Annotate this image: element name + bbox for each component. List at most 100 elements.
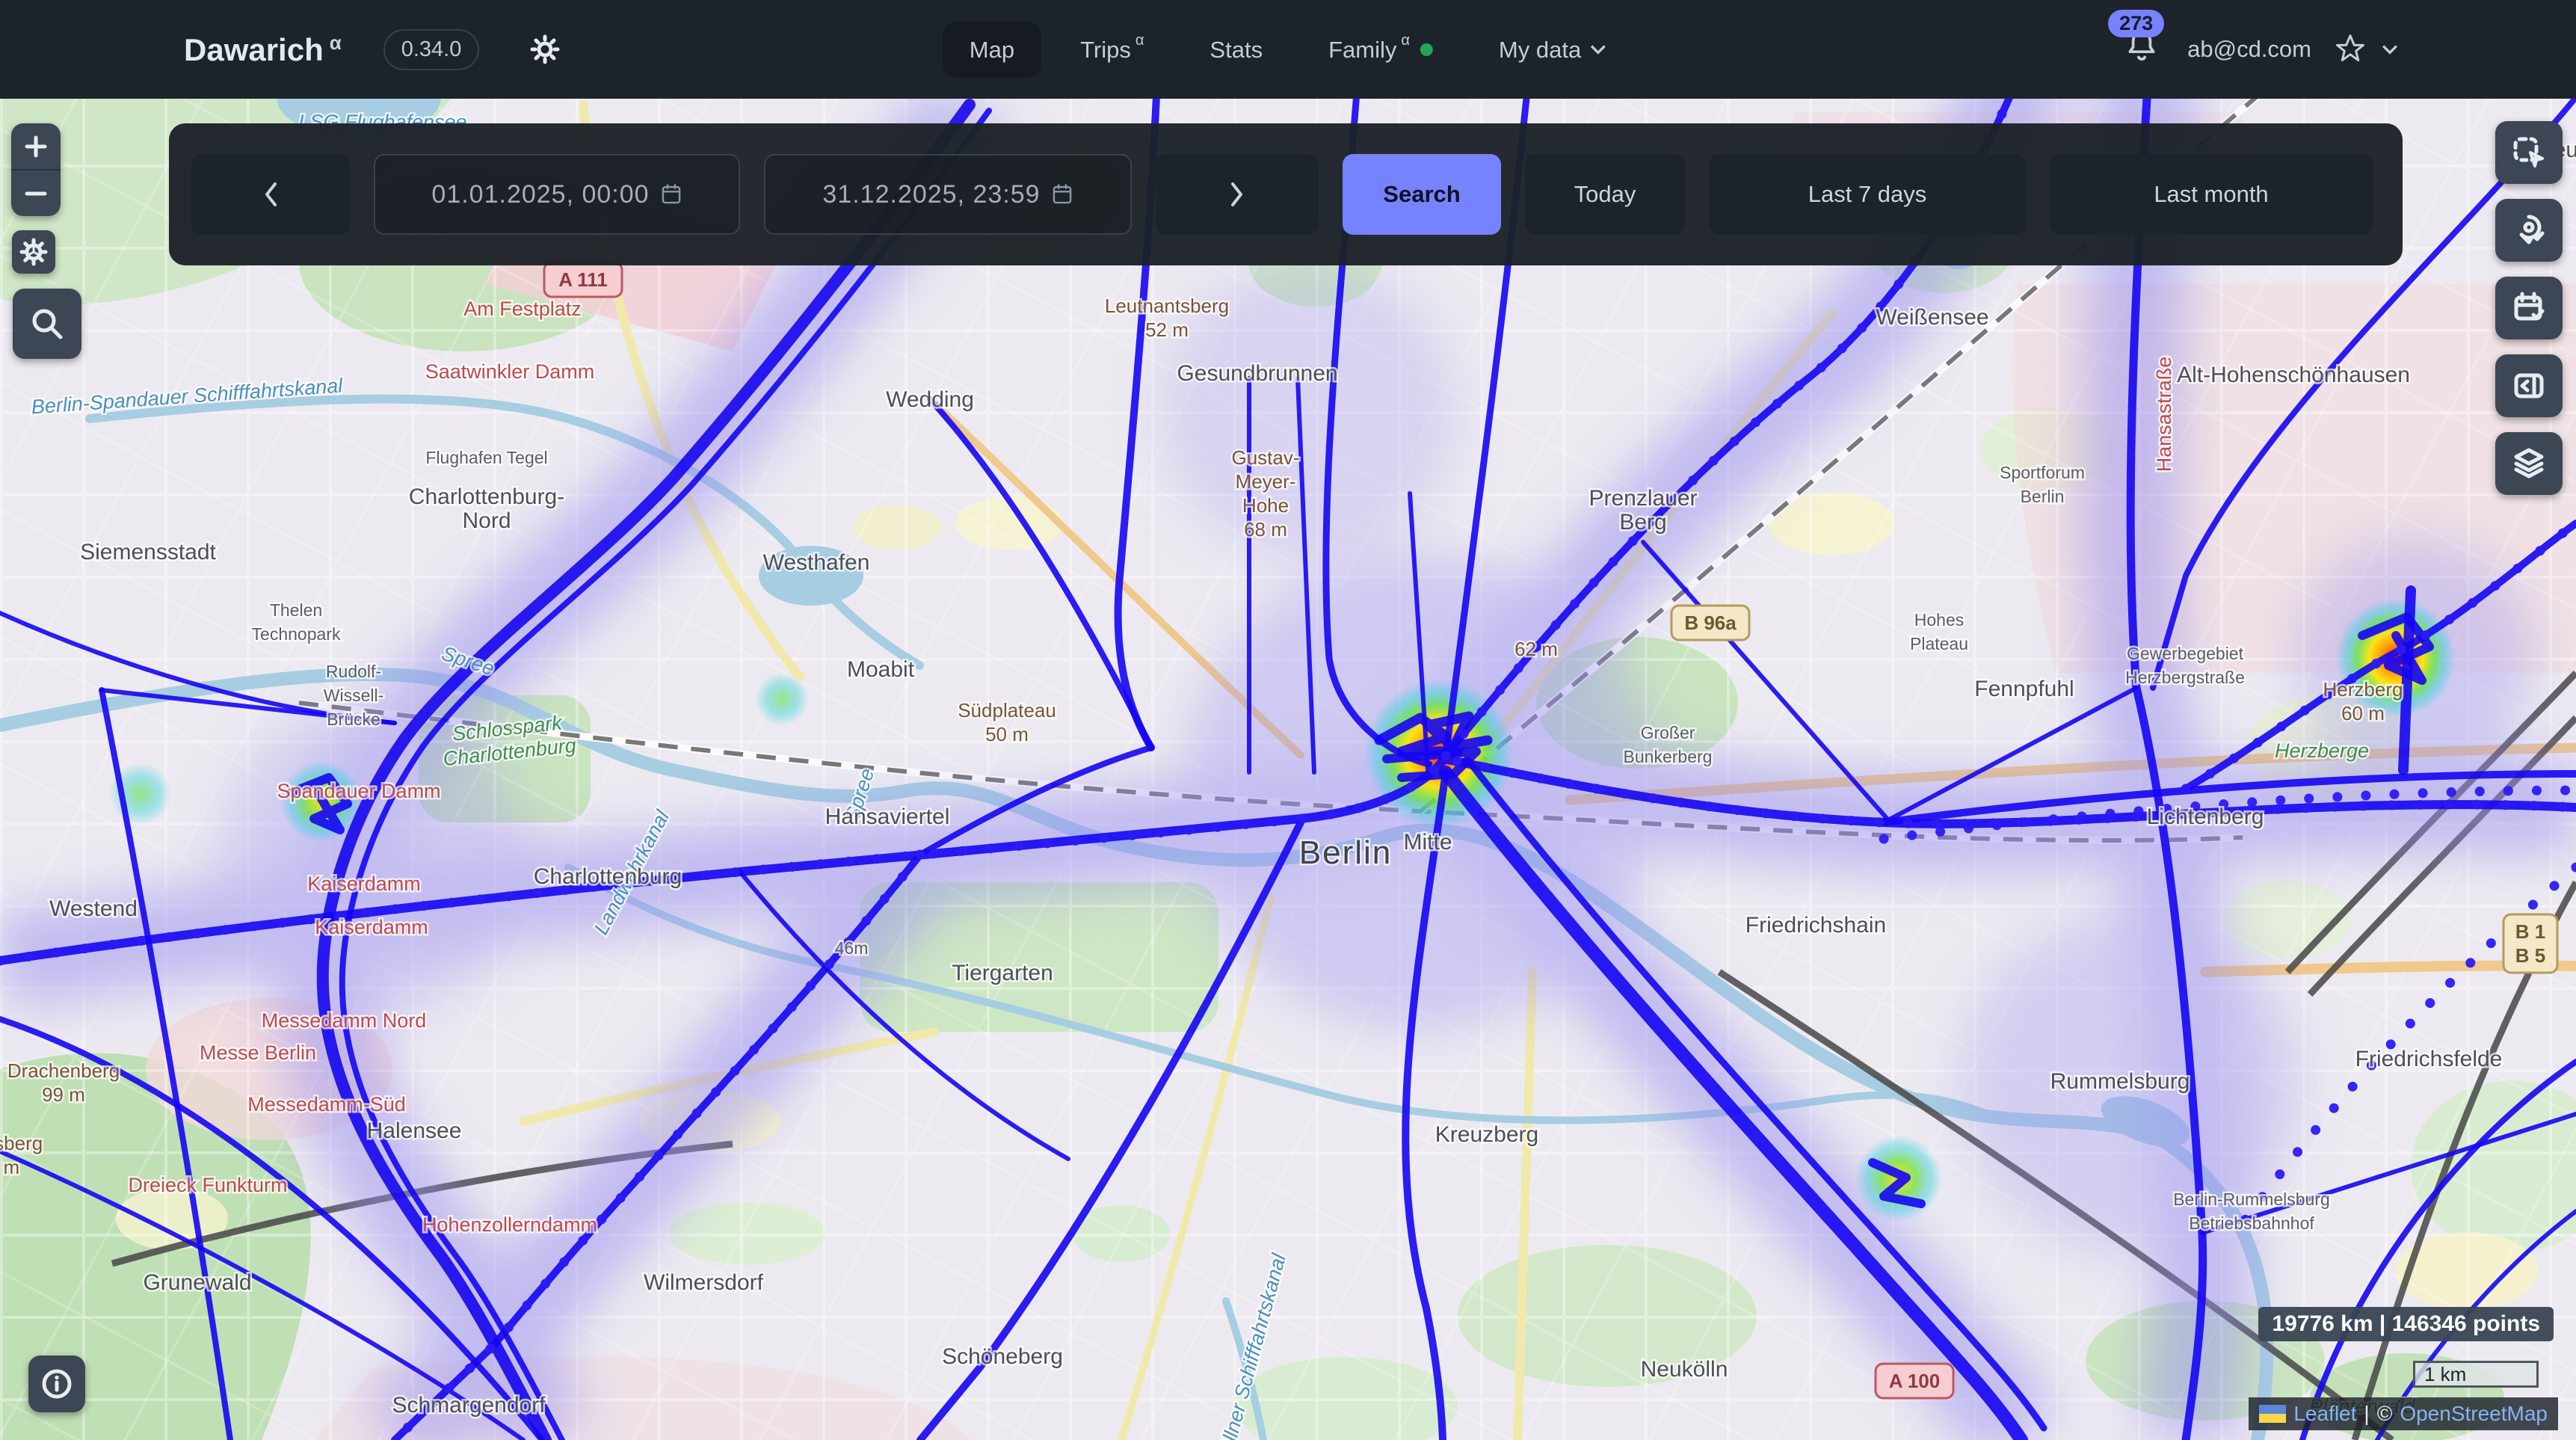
today-button[interactable]: Today bbox=[1525, 154, 1685, 235]
map-label: Messedamm-Süd bbox=[247, 1093, 406, 1116]
calendar-icon bbox=[1051, 182, 1073, 206]
search-button[interactable]: Search bbox=[1343, 154, 1501, 235]
zoom-control bbox=[11, 123, 61, 216]
leaflet-link[interactable]: Leaflet bbox=[2293, 1402, 2356, 1426]
start-datetime-input[interactable]: 01.01.2025, 00:00 bbox=[374, 154, 740, 235]
notifications-count-badge[interactable]: 273 bbox=[2108, 10, 2164, 37]
layers-icon bbox=[2510, 446, 2548, 481]
svg-text:Halensee: Halensee bbox=[367, 1119, 462, 1143]
svg-text:Rummelsburg: Rummelsburg bbox=[2050, 1069, 2190, 1094]
star-button[interactable] bbox=[2329, 32, 2371, 67]
online-dot bbox=[1420, 43, 1433, 56]
map-label: Am Festplatz bbox=[463, 298, 582, 320]
map-label: Neukölln bbox=[1641, 1357, 1728, 1382]
map-label: Mitte bbox=[1403, 830, 1452, 855]
tab-family[interactable]: Familyα bbox=[1301, 22, 1460, 78]
svg-text:Fennpfuhl: Fennpfuhl bbox=[1974, 677, 2074, 701]
map-label: 62 m bbox=[1515, 638, 1558, 660]
search-icon bbox=[28, 304, 67, 343]
road-shield: B 1B 5 bbox=[2503, 914, 2557, 973]
svg-text:Messe Berlin: Messe Berlin bbox=[200, 1041, 316, 1064]
minus-icon bbox=[21, 179, 51, 209]
area-select-button[interactable] bbox=[2495, 121, 2563, 184]
map-label: Grunewald bbox=[143, 1270, 251, 1295]
tab-trips[interactable]: Tripsα bbox=[1053, 22, 1171, 78]
prev-period-button[interactable] bbox=[191, 154, 350, 235]
map-search-button[interactable] bbox=[13, 289, 81, 359]
map-attribution: Leaflet | © OpenStreetMap bbox=[2249, 1397, 2558, 1430]
svg-text:B 96a: B 96a bbox=[1684, 612, 1737, 634]
map-label: Schöneberg bbox=[942, 1344, 1063, 1369]
svg-text:Charlottenburg: Charlottenburg bbox=[534, 864, 682, 889]
map-scale: 1 km bbox=[2413, 1361, 2539, 1388]
svg-text:Friedrichsfelde: Friedrichsfelde bbox=[2355, 1047, 2503, 1071]
nav-right: 273 ab@cd.com bbox=[2123, 28, 2398, 72]
svg-text:Messedamm-Süd: Messedamm-Süd bbox=[247, 1093, 406, 1116]
star-icon bbox=[2334, 33, 2367, 66]
nav-left: Dawarichα 0.34.0 bbox=[184, 28, 566, 70]
notifications-bell[interactable]: 273 bbox=[2123, 28, 2160, 72]
point-select-button[interactable] bbox=[2495, 199, 2563, 262]
zoom-in-button[interactable] bbox=[11, 123, 61, 169]
map-label: Flughafen Tegel bbox=[425, 448, 547, 467]
map-label: Alt-Hohenschönhausen bbox=[2177, 363, 2410, 387]
heat-hotspot bbox=[755, 672, 809, 726]
svg-text:Schmargendorf: Schmargendorf bbox=[392, 1393, 546, 1418]
layers-button[interactable] bbox=[2495, 432, 2563, 495]
map-label: Westhafen bbox=[763, 550, 870, 575]
chevron-down-icon[interactable] bbox=[2382, 44, 2398, 55]
alpha-badge: α bbox=[330, 31, 342, 54]
svg-text:Westend: Westend bbox=[49, 896, 138, 921]
map-label: Kaiserdamm bbox=[307, 873, 421, 895]
map-label: Wilmersdorf bbox=[644, 1270, 764, 1295]
panel-toggle-button[interactable] bbox=[2495, 354, 2563, 417]
next-period-button[interactable] bbox=[1156, 154, 1319, 235]
svg-text:Kreuzberg: Kreuzberg bbox=[1435, 1122, 1538, 1147]
svg-text:Friedrichshain: Friedrichshain bbox=[1745, 913, 1886, 938]
info-button[interactable] bbox=[28, 1356, 85, 1412]
theme-toggle-button[interactable] bbox=[524, 28, 566, 70]
attribution-separator: | bbox=[2364, 1402, 2369, 1426]
map-label: Herzberge bbox=[2275, 739, 2369, 762]
map-label: Dreieck Funkturm bbox=[128, 1174, 287, 1196]
calendar-select-button[interactable] bbox=[2495, 277, 2563, 339]
map-label: Wedding bbox=[886, 387, 974, 412]
gear-icon bbox=[19, 237, 49, 267]
map-label: Schmargendorf bbox=[392, 1393, 546, 1418]
chevron-left-icon bbox=[261, 179, 280, 209]
map-label: Friedrichsfelde bbox=[2355, 1047, 2503, 1071]
osm-link[interactable]: OpenStreetMap bbox=[2400, 1402, 2548, 1426]
svg-text:Tiergarten: Tiergarten bbox=[952, 961, 1053, 985]
svg-text:Westhafen: Westhafen bbox=[763, 550, 870, 575]
road-shield: A 100 bbox=[1876, 1364, 1953, 1398]
svg-text:62 m: 62 m bbox=[1515, 638, 1558, 660]
svg-text:Hansaviertel: Hansaviertel bbox=[825, 804, 950, 829]
user-email[interactable]: ab@cd.com bbox=[2187, 36, 2311, 63]
tab-map[interactable]: Map bbox=[943, 22, 1041, 78]
map-label: 46m bbox=[835, 938, 869, 958]
map-label: Siemensstadt bbox=[80, 540, 216, 564]
svg-text:Hansastraße: Hansastraße bbox=[2153, 357, 2175, 473]
svg-text:Saatwinkler Damm: Saatwinkler Damm bbox=[425, 360, 595, 383]
sidebar-toggle-icon bbox=[2511, 368, 2547, 404]
svg-text:Neukölln: Neukölln bbox=[1641, 1357, 1728, 1382]
last-month-button[interactable]: Last month bbox=[2050, 154, 2373, 235]
map-label: Westend bbox=[49, 896, 138, 921]
svg-text:Siemensstadt: Siemensstadt bbox=[80, 540, 216, 564]
map-settings-button[interactable] bbox=[12, 230, 55, 274]
last-7-days-button[interactable]: Last 7 days bbox=[1709, 154, 2026, 235]
app-logo[interactable]: Dawarichα bbox=[184, 31, 342, 68]
road-shield: B 96a bbox=[1671, 606, 1749, 640]
road-shield: A 111 bbox=[544, 262, 622, 297]
svg-text:Berlin: Berlin bbox=[1299, 834, 1393, 871]
end-datetime-input[interactable]: 31.12.2025, 23:59 bbox=[764, 154, 1132, 235]
zoom-out-button[interactable] bbox=[11, 170, 61, 216]
map-label: Fennpfuhl bbox=[1974, 677, 2074, 701]
tab-my-data[interactable]: My data bbox=[1472, 22, 1633, 78]
area-select-icon bbox=[2511, 135, 2547, 170]
svg-text:Hohenzollerndamm: Hohenzollerndamm bbox=[422, 1213, 597, 1236]
map-label: Lichtenberg bbox=[2147, 804, 2264, 829]
tab-stats[interactable]: Stats bbox=[1183, 22, 1289, 78]
svg-text:Weißensee: Weißensee bbox=[1876, 305, 1988, 330]
svg-text:Kaiserdamm: Kaiserdamm bbox=[307, 873, 421, 895]
